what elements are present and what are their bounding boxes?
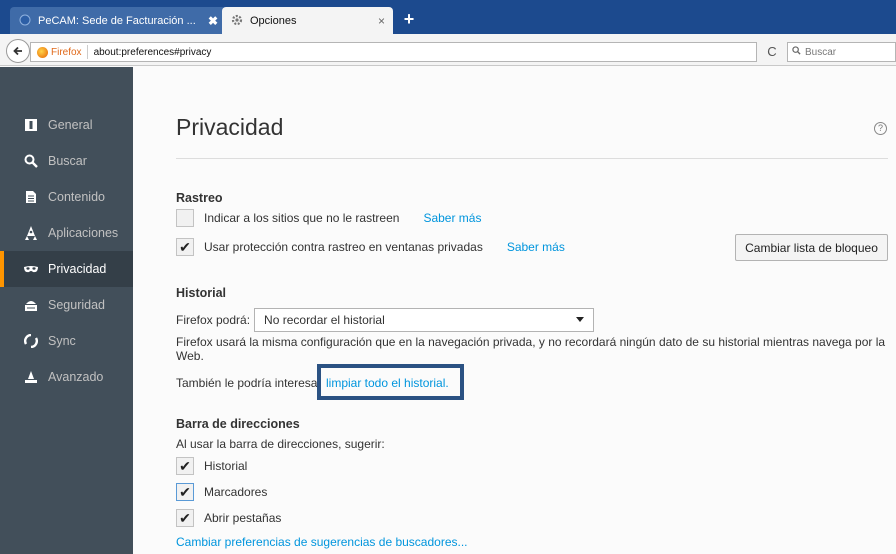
dnt-row: Indicar a los sitios que no le rastreen … [176, 209, 481, 227]
learn-more-link[interactable]: Saber más [423, 211, 481, 225]
dropdown-caret-icon [576, 317, 585, 322]
sidebar-item-contenido[interactable]: Contenido [0, 179, 133, 215]
privacy-mask-icon [24, 262, 38, 276]
clear-history-link-row: limpiar todo el historial. [326, 376, 449, 390]
url-bar[interactable]: Firefox about:preferences#privacy [30, 42, 757, 62]
history-mode-value: No recordar el historial [264, 313, 385, 327]
history-description: Firefox usará la misma configuración que… [176, 335, 886, 363]
navigation-toolbar: Firefox about:preferences#privacy C Busc… [0, 34, 896, 66]
check-icon: ✔ [179, 457, 191, 474]
sidebar-item-seguridad[interactable]: Seguridad [0, 287, 133, 323]
content-icon [24, 190, 38, 204]
address-bar-heading: Barra de direcciones [176, 417, 300, 431]
firefox-logo-icon [37, 46, 48, 58]
history-mode-label: Firefox podrá: [176, 313, 251, 327]
history-heading: Historial [176, 286, 227, 300]
sidebar-item-label: Seguridad [48, 298, 105, 312]
search-icon [792, 46, 801, 58]
sidebar-item-privacidad[interactable]: Privacidad [0, 251, 133, 287]
suggest-open-tabs-label[interactable]: Abrir pestañas [204, 511, 281, 525]
clear-history-suffix: . [445, 376, 449, 390]
dnt-checkbox[interactable] [176, 209, 194, 227]
general-icon [24, 118, 38, 132]
also-interest-label: También le podría interesa [176, 376, 318, 390]
suggest-bookmarks-checkbox[interactable]: ✔ [176, 483, 194, 501]
gear-icon [231, 14, 243, 26]
check-icon: ✔ [179, 483, 191, 500]
suggest-open-tabs-row: ✔ Abrir pestañas [176, 509, 281, 527]
tab-title: PeCAM: Sede de Facturación ... [38, 14, 196, 27]
suggest-history-checkbox[interactable]: ✔ [176, 457, 194, 475]
tab-pecam[interactable]: PeCAM: Sede de Facturación ... ✖ [10, 7, 226, 34]
sidebar-item-label: Avanzado [48, 370, 104, 384]
back-button[interactable] [6, 39, 30, 63]
page-title: Privacidad [176, 114, 284, 140]
sidebar-item-general[interactable]: General [0, 107, 133, 143]
search-suggestions-row: Cambiar preferencias de sugerencias de b… [176, 535, 468, 549]
private-tracking-checkbox[interactable]: ✔ [176, 238, 194, 256]
also-interest-row: También le podría interesa [176, 376, 317, 390]
identity-box[interactable]: Firefox [31, 45, 88, 59]
sidebar-item-buscar[interactable]: Buscar [0, 143, 133, 179]
suggest-history-row: ✔ Historial [176, 457, 247, 475]
back-arrow-icon [13, 46, 22, 56]
help-icon[interactable]: ? [874, 122, 887, 135]
sidebar-item-label: Sync [48, 334, 76, 348]
sidebar-item-label: General [48, 118, 93, 132]
search-icon [24, 154, 38, 168]
applications-icon [24, 226, 38, 240]
search-placeholder: Buscar [805, 46, 837, 58]
tab-strip: PeCAM: Sede de Facturación ... ✖ Opcione… [0, 0, 896, 34]
sync-icon [24, 334, 38, 348]
close-tab-icon[interactable]: × [378, 14, 385, 28]
tab-opciones[interactable]: Opciones × [222, 7, 393, 34]
reload-button[interactable]: C [763, 42, 781, 62]
sidebar-item-avanzado[interactable]: Avanzado [0, 359, 133, 395]
site-favicon-icon [19, 14, 31, 26]
search-input[interactable]: Buscar [787, 42, 896, 62]
history-mode-select[interactable]: No recordar el historial [254, 308, 595, 332]
learn-more-link[interactable]: Saber más [507, 240, 565, 254]
new-tab-button[interactable]: + [398, 8, 420, 30]
sidebar-item-label: Contenido [48, 190, 105, 204]
preferences-sidebar: General Buscar Contenido Aplicaciones Pr… [0, 67, 133, 554]
clear-history-link[interactable]: limpiar todo el historial [326, 376, 445, 390]
address-bar-intro: Al usar la barra de direcciones, sugerir… [176, 437, 385, 451]
suggest-bookmarks-label[interactable]: Marcadores [204, 485, 267, 499]
change-block-list-button[interactable]: Cambiar lista de bloqueo [735, 234, 888, 261]
url-text[interactable]: about:preferences#privacy [88, 47, 212, 58]
identity-label: Firefox [51, 46, 82, 58]
security-icon [24, 298, 38, 312]
suggest-history-label[interactable]: Historial [204, 459, 247, 473]
tab-title: Opciones [250, 14, 297, 27]
suggest-open-tabs-checkbox[interactable]: ✔ [176, 509, 194, 527]
sidebar-item-label: Aplicaciones [48, 226, 119, 240]
tracking-heading: Rastreo [176, 191, 223, 205]
private-tracking-row: ✔ Usar protección contra rastreo en vent… [176, 238, 565, 256]
suggest-bookmarks-row: ✔ Marcadores [176, 483, 267, 501]
sidebar-item-label: Buscar [48, 154, 87, 168]
sidebar-item-label: Privacidad [48, 262, 107, 276]
check-icon: ✔ [179, 238, 191, 255]
preferences-pane: Privacidad ? Rastreo Indicar a los sitio… [133, 67, 896, 554]
private-tracking-label[interactable]: Usar protección contra rastreo en ventan… [204, 240, 483, 254]
history-mode-row: Firefox podrá: No recordar el historial [176, 308, 595, 332]
check-icon: ✔ [179, 509, 191, 526]
close-tab-icon[interactable]: ✖ [208, 14, 218, 28]
sidebar-item-aplicaciones[interactable]: Aplicaciones [0, 215, 133, 251]
dnt-label[interactable]: Indicar a los sitios que no le rastreen [204, 211, 399, 225]
header-divider [176, 158, 888, 159]
advanced-icon [24, 370, 38, 384]
sidebar-item-sync[interactable]: Sync [0, 323, 133, 359]
change-search-suggestions-link[interactable]: Cambiar preferencias de sugerencias de b… [176, 535, 468, 549]
